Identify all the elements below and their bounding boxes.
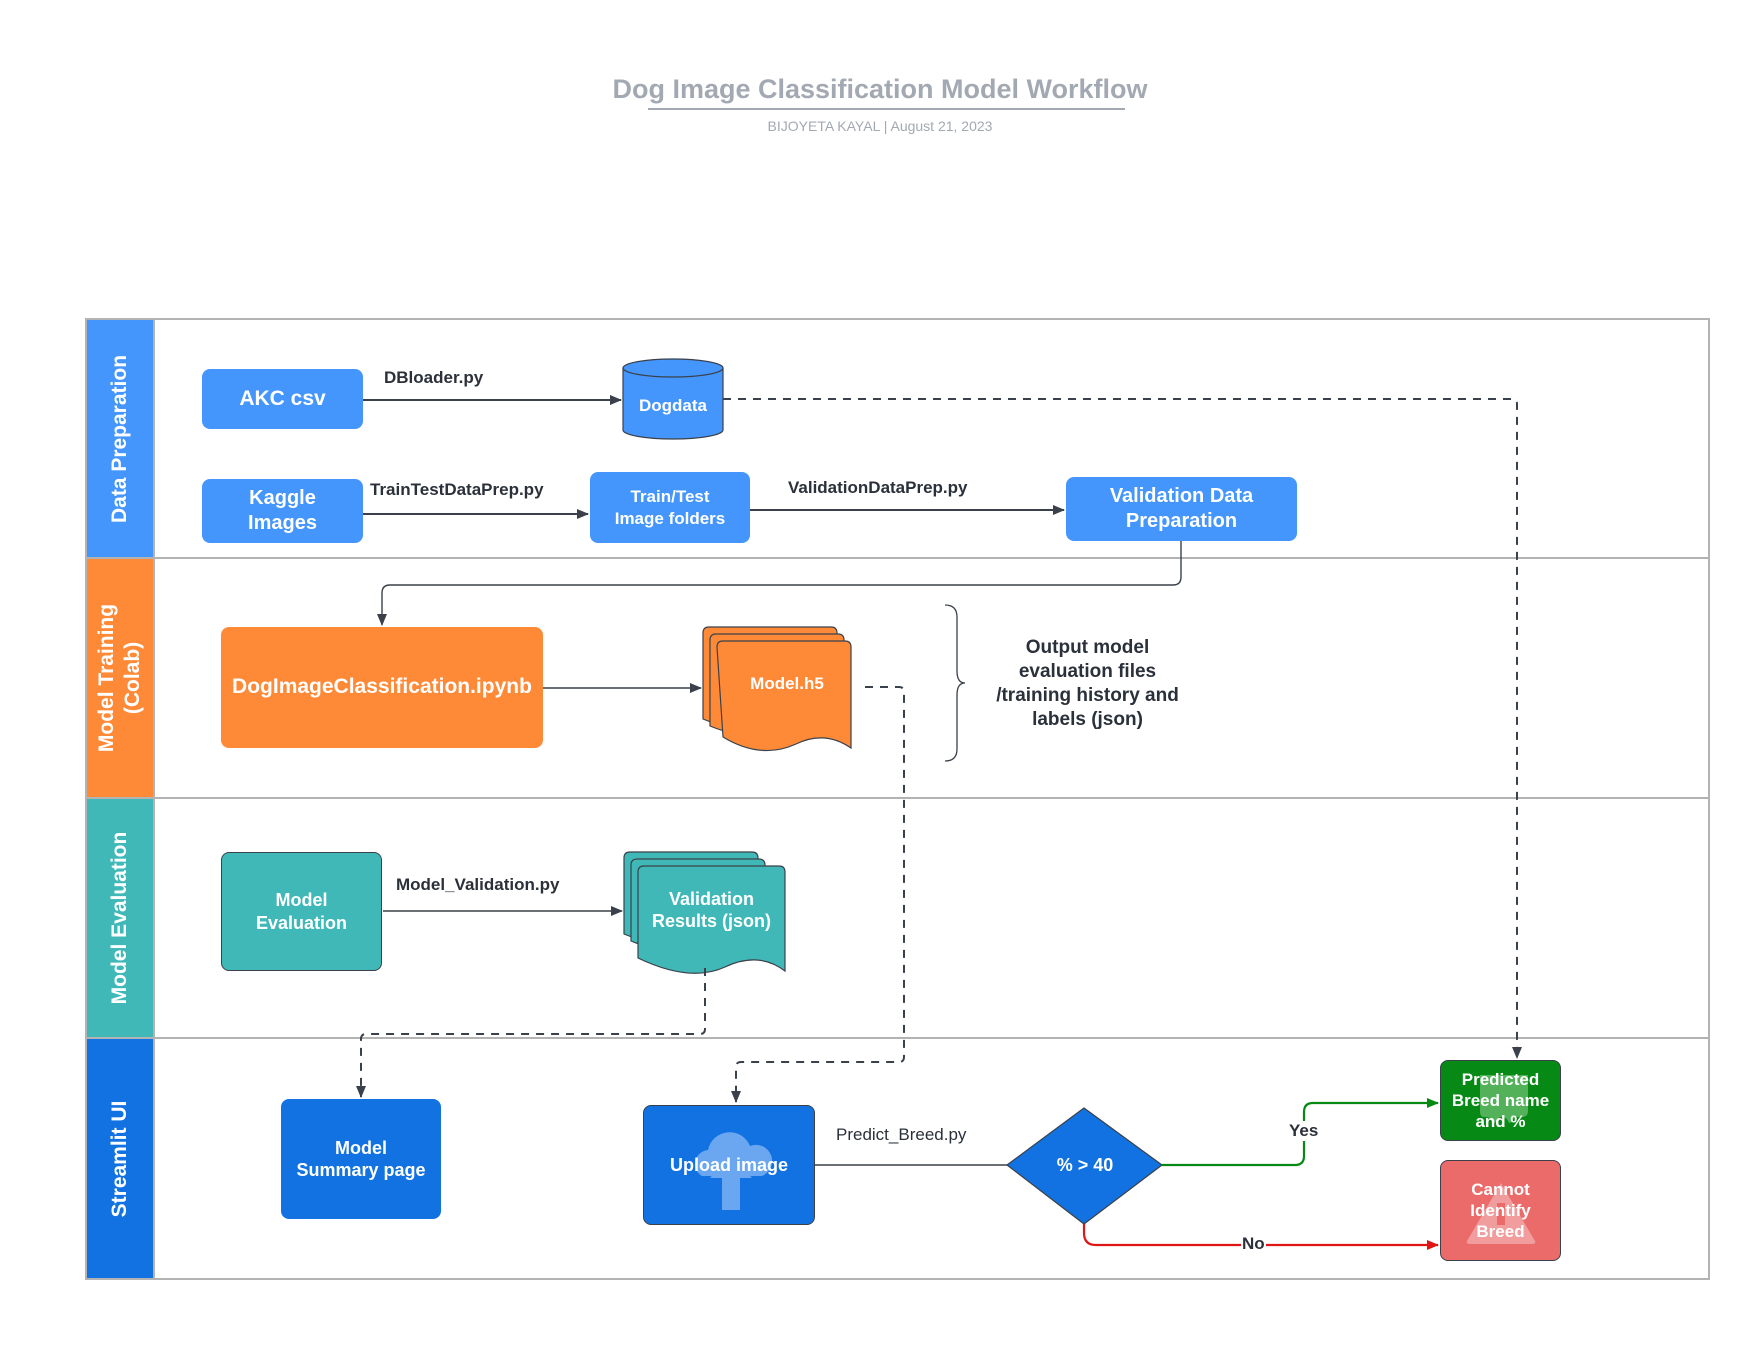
- edge-label-validationdataprep: ValidationDataPrep.py: [788, 478, 968, 497]
- edge-valprep-to-notebook: [377, 541, 1182, 626]
- node-decision-threshold[interactable]: % > 40: [1030, 1145, 1140, 1185]
- node-predicted-breed[interactable]: Predicted Breed name and %: [1440, 1060, 1561, 1141]
- edge-label-predict-breed: Predict_Breed.py: [836, 1125, 967, 1144]
- node-model-h5[interactable]: Model.h5: [717, 662, 857, 706]
- edge-label-traintestdataprep: TrainTestDataPrep.py: [370, 480, 544, 499]
- output-annotation: Output model evaluation files /training …: [996, 637, 1179, 730]
- edge-label-dbloader: DBloader.py: [384, 368, 484, 387]
- node-kaggle-images[interactable]: Kaggle Images: [202, 479, 363, 543]
- edge-results-to-summary: [356, 968, 706, 1098]
- edge-label-no: No: [1241, 1234, 1266, 1254]
- node-validation-results[interactable]: Validation Results (json): [638, 880, 785, 940]
- edge-label-yes: Yes: [1288, 1121, 1320, 1141]
- node-akc-csv[interactable]: AKC csv: [202, 369, 363, 429]
- node-validation-data-preparation[interactable]: Validation Data Preparation: [1066, 477, 1297, 541]
- curly-brace: [944, 604, 966, 762]
- node-train-test-folders[interactable]: Train/Test Image folders: [590, 472, 750, 543]
- node-upload-image[interactable]: Upload image: [643, 1105, 815, 1225]
- node-dogdata[interactable]: Dogdata: [623, 378, 723, 434]
- node-model-summary-page[interactable]: Model Summary page: [281, 1099, 441, 1219]
- node-dogimageclassification-notebook[interactable]: DogImageClassification.ipynb: [221, 627, 543, 748]
- node-cannot-identify-breed[interactable]: Cannot Identify Breed: [1440, 1160, 1561, 1261]
- edge-label-model-validation: Model_Validation.py: [396, 875, 560, 894]
- node-model-evaluation[interactable]: Model Evaluation: [221, 852, 382, 971]
